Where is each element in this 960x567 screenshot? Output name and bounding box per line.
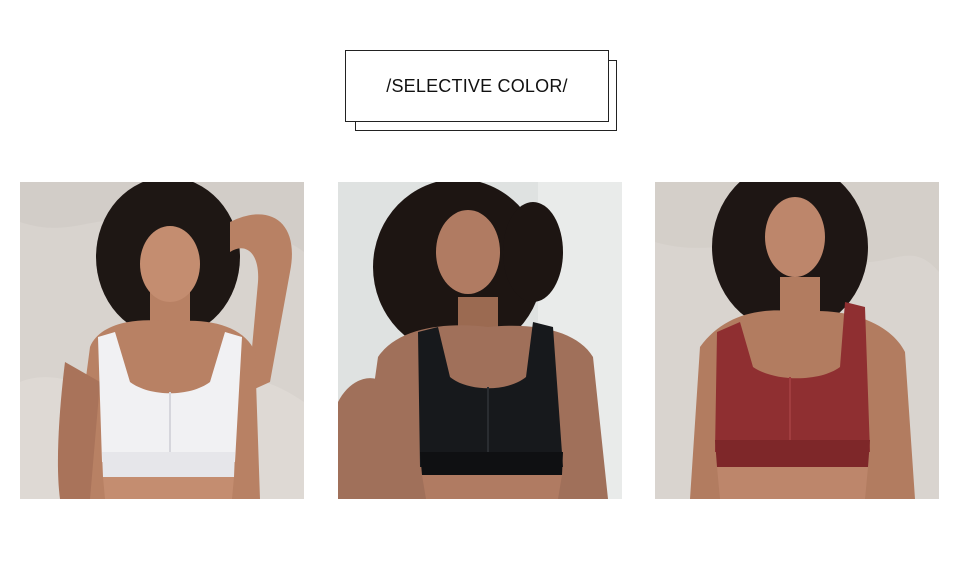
model-black-sports-bra-image	[338, 182, 622, 499]
section-title: /SELECTIVE COLOR/	[386, 75, 568, 96]
model-red-sports-bra-image	[655, 182, 939, 499]
product-photo-red[interactable]	[655, 182, 939, 499]
product-photo-black[interactable]	[338, 182, 622, 499]
selective-color-title-box: /SELECTIVE COLOR/	[345, 50, 620, 134]
product-photo-white[interactable]	[20, 182, 304, 499]
title-frame: /SELECTIVE COLOR/	[345, 50, 609, 122]
model-white-sports-bra-image	[20, 182, 304, 499]
